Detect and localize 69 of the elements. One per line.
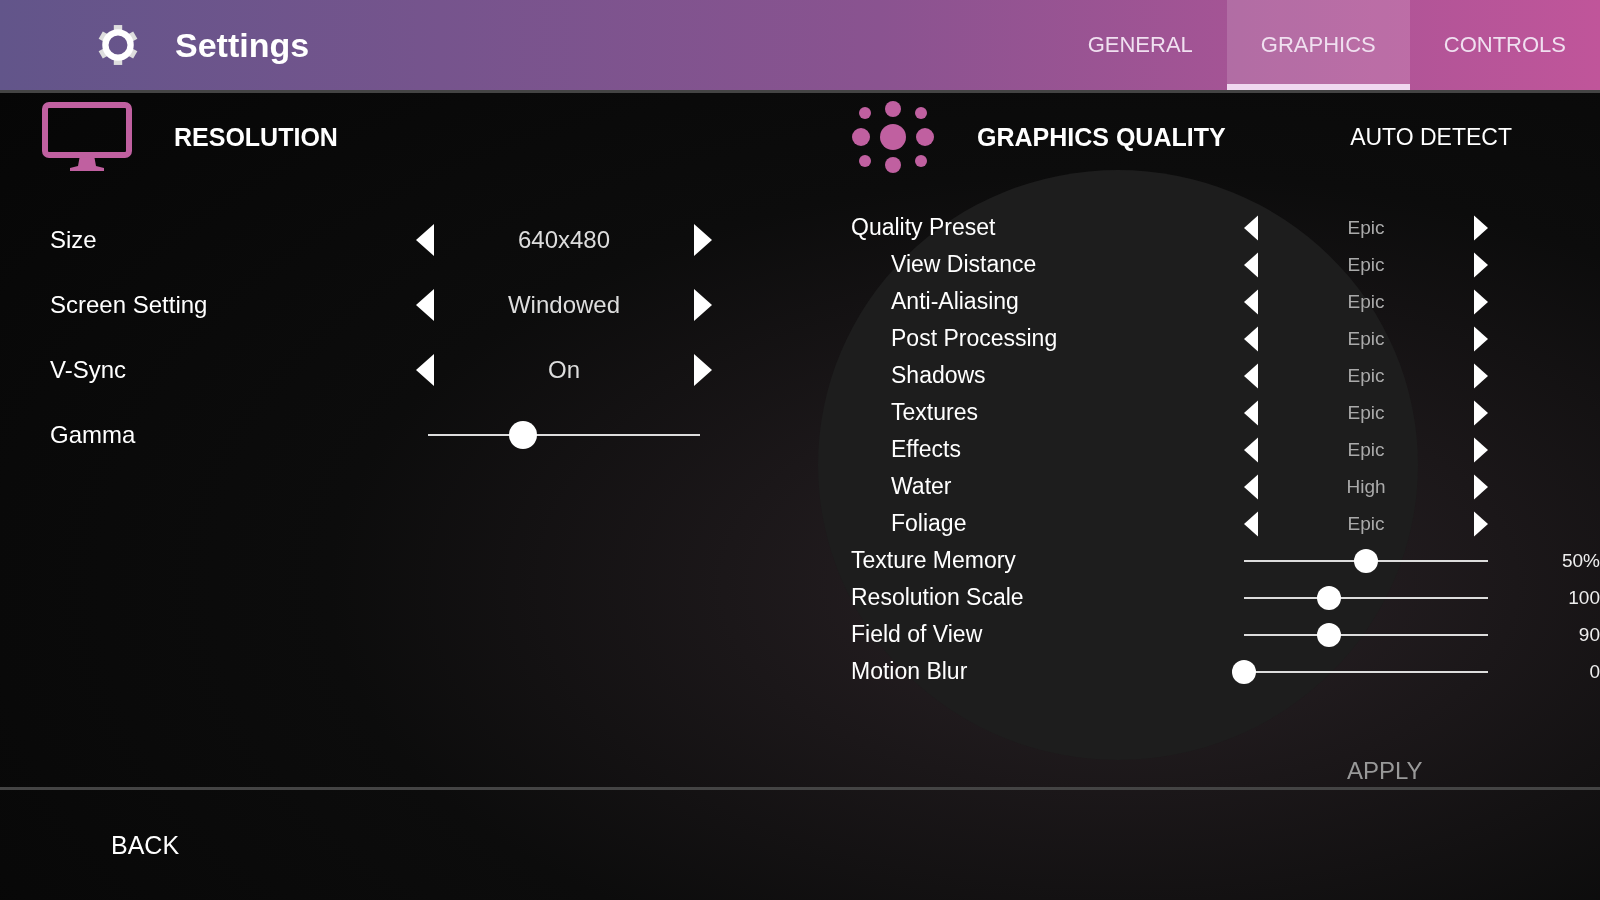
auto-detect-button[interactable]: AUTO DETECT bbox=[1344, 122, 1518, 152]
setting-label: Texture Memory bbox=[851, 547, 1017, 574]
back-button[interactable]: BACK bbox=[105, 829, 186, 861]
setting-label: Gamma bbox=[50, 420, 137, 449]
right-arrow-icon[interactable] bbox=[1474, 325, 1488, 352]
setting-value: On bbox=[547, 355, 581, 384]
setting-value: Epic bbox=[1346, 438, 1386, 461]
left-arrow-icon[interactable] bbox=[1244, 288, 1258, 315]
slider-reading: 90 bbox=[1577, 623, 1600, 646]
left-arrow-icon[interactable] bbox=[1244, 362, 1258, 389]
monitor-icon bbox=[42, 102, 132, 172]
left-arrow-icon[interactable] bbox=[1244, 436, 1258, 463]
setting-label: Shadows bbox=[890, 362, 987, 389]
settings-icon bbox=[97, 24, 139, 66]
setting-value: Epic bbox=[1346, 401, 1386, 424]
slider-thumb[interactable] bbox=[509, 420, 538, 449]
section-title: GRAPHICS QUALITY bbox=[977, 122, 1226, 152]
slider-reading: 0 bbox=[1588, 660, 1600, 683]
right-arrow-icon[interactable] bbox=[1474, 288, 1488, 315]
setting-label: View Distance bbox=[890, 251, 1038, 278]
left-arrow-icon[interactable] bbox=[416, 223, 434, 256]
setting-label: Foliage bbox=[890, 510, 968, 537]
setting-value: 640x480 bbox=[516, 225, 612, 254]
setting-label: Post Processing bbox=[890, 325, 1059, 352]
setting-value: Epic bbox=[1346, 364, 1386, 387]
setting-label: Field of View bbox=[851, 621, 984, 648]
setting-label: Resolution Scale bbox=[851, 584, 1025, 611]
tab[interactable]: GENERAL bbox=[1053, 0, 1227, 90]
setting-label: Anti-Aliasing bbox=[890, 288, 1020, 315]
setting-label: Water bbox=[890, 473, 953, 500]
setting-label: V-Sync bbox=[50, 355, 128, 384]
setting-label: Effects bbox=[890, 436, 962, 463]
setting-value: Epic bbox=[1346, 512, 1386, 535]
setting-label: Size bbox=[50, 225, 98, 254]
right-arrow-icon[interactable] bbox=[1474, 473, 1488, 500]
setting-value: Windowed bbox=[506, 290, 622, 319]
tab[interactable]: CONTROLS bbox=[1409, 0, 1600, 90]
left-arrow-icon[interactable] bbox=[1244, 325, 1258, 352]
right-arrow-icon[interactable] bbox=[1474, 251, 1488, 278]
right-arrow-icon[interactable] bbox=[694, 288, 712, 321]
left-arrow-icon[interactable] bbox=[1244, 399, 1258, 426]
right-arrow-icon[interactable] bbox=[1474, 510, 1488, 537]
section-title: RESOLUTION bbox=[174, 122, 338, 152]
page-title: Settings bbox=[175, 25, 310, 65]
setting-label: Motion Blur bbox=[851, 658, 969, 685]
right-arrow-icon[interactable] bbox=[1474, 399, 1488, 426]
slider-reading: 50% bbox=[1560, 549, 1600, 572]
right-arrow-icon[interactable] bbox=[1474, 362, 1488, 389]
setting-value: Epic bbox=[1346, 216, 1386, 239]
left-arrow-icon[interactable] bbox=[416, 353, 434, 386]
left-arrow-icon[interactable] bbox=[1244, 214, 1258, 241]
dots-icon bbox=[851, 101, 935, 173]
setting-label: Textures bbox=[890, 399, 979, 426]
setting-label: Quality Preset bbox=[851, 214, 997, 241]
setting-value: Epic bbox=[1346, 327, 1386, 350]
slider-reading: 100 bbox=[1567, 586, 1600, 609]
left-arrow-icon[interactable] bbox=[416, 288, 434, 321]
setting-value: High bbox=[1345, 475, 1387, 498]
left-arrow-icon[interactable] bbox=[1244, 473, 1258, 500]
apply-button[interactable]: APPLY bbox=[1341, 756, 1429, 786]
setting-value: Epic bbox=[1346, 290, 1386, 313]
setting-value: Epic bbox=[1346, 253, 1386, 276]
left-arrow-icon[interactable] bbox=[1244, 251, 1258, 278]
right-arrow-icon[interactable] bbox=[1474, 436, 1488, 463]
right-arrow-icon[interactable] bbox=[694, 353, 712, 386]
right-arrow-icon[interactable] bbox=[694, 223, 712, 256]
setting-label: Screen Setting bbox=[50, 290, 209, 319]
right-arrow-icon[interactable] bbox=[1474, 214, 1488, 241]
left-arrow-icon[interactable] bbox=[1244, 510, 1258, 537]
